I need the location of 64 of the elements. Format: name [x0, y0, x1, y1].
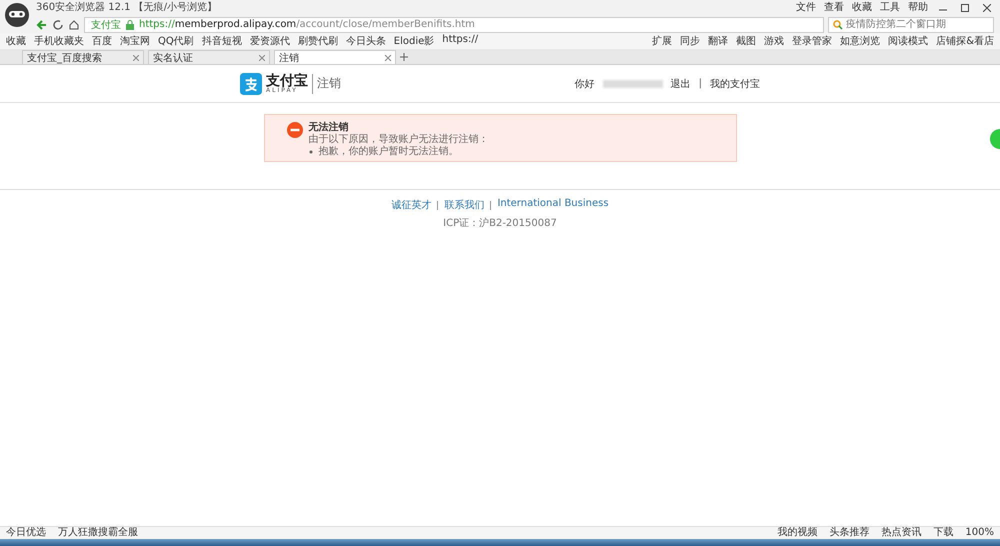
- logo-text: 支付宝: [266, 74, 308, 88]
- bookmark-item[interactable]: 刷赞代刷: [298, 34, 338, 48]
- logout-link[interactable]: 退出: [670, 76, 691, 90]
- zoom-level[interactable]: 100%: [965, 527, 994, 539]
- window-title: 360安全浏览器 12.1 【无痕/小号浏览】: [36, 0, 218, 15]
- icp-text: ICP证：沪B2-20150087: [443, 216, 557, 230]
- toolbar-item[interactable]: 阅读模式: [888, 34, 928, 48]
- stop-icon: [286, 122, 302, 138]
- address-field[interactable]: 支付宝 https://memberprod.alipay.com/account/close/memberBenifits.htm: [84, 16, 824, 32]
- account-link[interactable]: 我的支付宝: [710, 76, 760, 90]
- lock-icon: [126, 20, 134, 30]
- status-item[interactable]: 头条推荐: [829, 527, 870, 539]
- bookmark-item[interactable]: Elodie影: [394, 34, 434, 48]
- bullet-icon: [308, 150, 312, 154]
- toolbar-item[interactable]: 同步: [680, 34, 700, 48]
- site-label: 支付宝: [91, 18, 121, 32]
- menu-item[interactable]: 收藏: [852, 0, 872, 16]
- status-item[interactable]: 万人狂撒搜霸全服: [58, 527, 138, 539]
- browser-tab[interactable]: 实名认证: [148, 50, 270, 64]
- toolbar-item[interactable]: 游戏: [764, 34, 784, 48]
- browser-tab[interactable]: 注销: [274, 50, 396, 64]
- footer-link[interactable]: 联系我们: [444, 198, 484, 212]
- toolbar-item[interactable]: 如意浏览: [840, 34, 880, 48]
- greeting-text: 你好: [574, 78, 595, 90]
- toolbar-item[interactable]: 翻译: [708, 34, 728, 48]
- bookmark-item[interactable]: 百度: [92, 34, 112, 48]
- bookmark-item[interactable]: https://: [442, 34, 478, 48]
- status-item[interactable]: 我的视频: [777, 527, 818, 539]
- home-icon[interactable]: [68, 18, 80, 30]
- separator-text: |: [698, 78, 702, 89]
- toolbar-item[interactable]: 截图: [736, 34, 756, 48]
- search-icon: [833, 20, 843, 30]
- status-item[interactable]: 下载: [933, 527, 954, 539]
- status-item[interactable]: 今日优选: [6, 527, 46, 539]
- bookmark-item[interactable]: QQ代刷: [158, 34, 194, 48]
- menu-item[interactable]: 帮助: [908, 0, 928, 16]
- error-message: 由于以下原因，导致账户无法进行注销：: [308, 134, 488, 146]
- alipay-logo-icon: [240, 72, 262, 94]
- reason-text: 抱歉，你的账户暂时无法注销。: [318, 146, 458, 158]
- close-icon[interactable]: [980, 4, 994, 12]
- menu-item[interactable]: 工具: [880, 0, 900, 16]
- back-icon[interactable]: [36, 18, 48, 30]
- bookmark-item[interactable]: 爱资源代: [250, 34, 290, 48]
- menu-item[interactable]: 文件: [796, 0, 816, 16]
- maximize-icon[interactable]: [958, 4, 972, 12]
- bookmark-item[interactable]: 抖音短视: [202, 34, 242, 48]
- toolbar-item[interactable]: 扩展: [652, 34, 672, 48]
- bookmark-item[interactable]: 手机收藏夹: [34, 34, 84, 48]
- footer-link[interactable]: International Business: [497, 198, 609, 212]
- bookmark-item[interactable]: 淘宝网: [120, 34, 150, 48]
- bookmark-item[interactable]: 今日头条: [346, 34, 386, 48]
- status-item[interactable]: 热点资讯: [881, 527, 922, 539]
- redacted-name: [602, 80, 663, 88]
- toolbar-item[interactable]: 登录管家: [792, 34, 832, 48]
- page-heading: 注销: [317, 75, 341, 92]
- footer-link[interactable]: 诚征英才: [391, 198, 432, 212]
- menu-item[interactable]: 查看: [824, 0, 844, 16]
- new-tab-icon[interactable]: [400, 53, 408, 61]
- error-title: 无法注销: [308, 122, 350, 134]
- url-text: https://memberprod.alipay.com/account/close/memberBenifits.htm: [139, 19, 475, 30]
- browser-tab[interactable]: 支付宝_百度搜索: [22, 50, 144, 64]
- refresh-icon[interactable]: [52, 18, 64, 30]
- toolbar-item[interactable]: 店铺探&看店: [936, 34, 994, 48]
- bookmark-item[interactable]: 收藏: [6, 34, 26, 48]
